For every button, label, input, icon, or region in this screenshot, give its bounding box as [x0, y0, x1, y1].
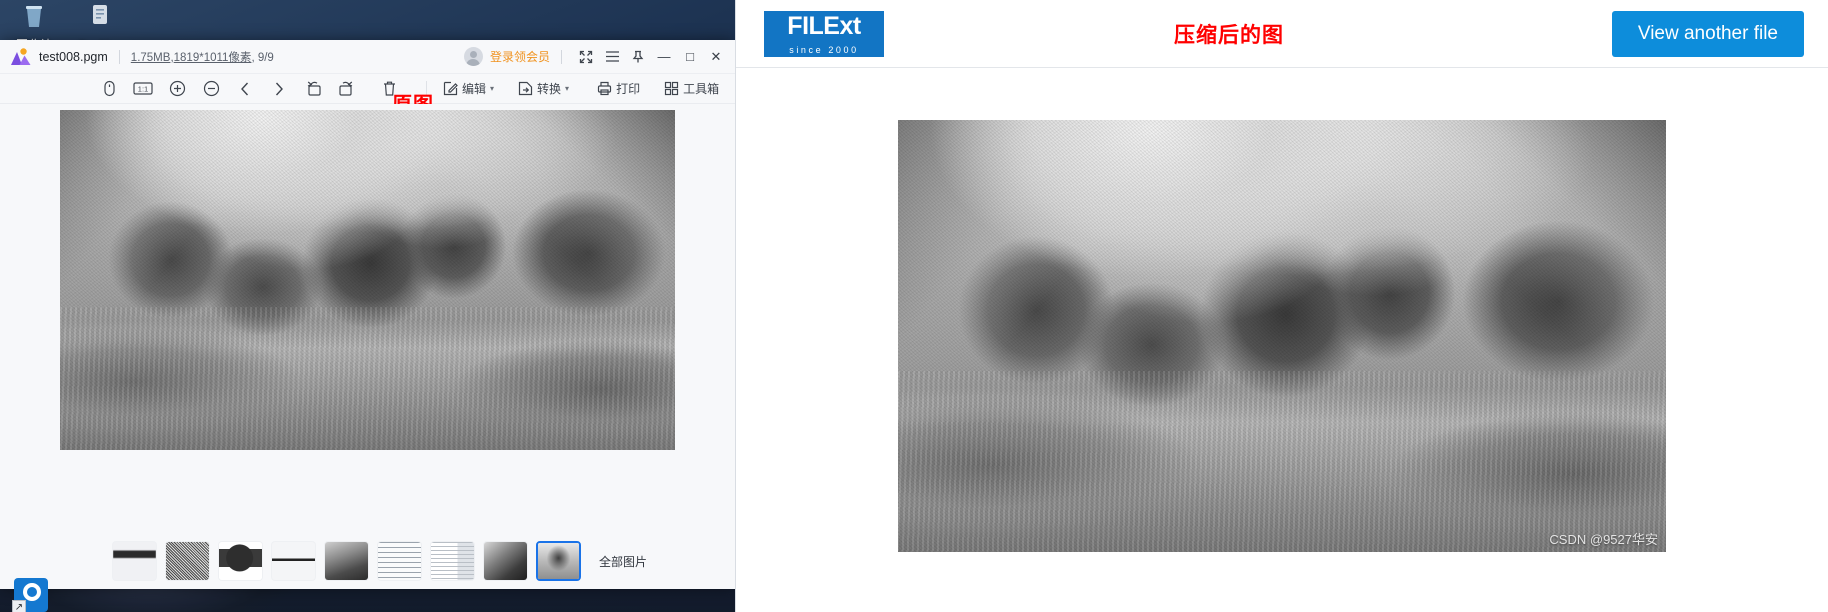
recycle-bin-icon	[16, 2, 52, 36]
minimize-button[interactable]: —	[651, 44, 677, 70]
file-name-label: test008.pgm	[39, 49, 108, 64]
thumbnail-item[interactable]	[430, 541, 475, 581]
vip-login-link[interactable]: 登录领会员	[490, 48, 550, 65]
print-button[interactable]: 打印	[590, 76, 647, 102]
thumbnail-item[interactable]	[165, 541, 210, 581]
filext-logo: FILExt since 2000	[764, 10, 884, 57]
thumbnail-item[interactable]	[324, 541, 369, 581]
toolbox-button[interactable]: 工具箱	[657, 76, 726, 102]
taskbar-app-icon[interactable]: ↗	[12, 578, 48, 612]
app-ring-icon	[23, 583, 41, 601]
zoom-in-button[interactable]	[160, 76, 194, 102]
rotate-left-button[interactable]	[296, 76, 330, 102]
thumbnail-item[interactable]	[271, 541, 316, 581]
title-bar-controls: 登录领会员 — □ ✕	[463, 44, 729, 70]
file-dimensions-label: 1819*1011像素	[173, 51, 252, 64]
thumbnail-item[interactable]	[377, 541, 422, 581]
zoom-out-button[interactable]	[194, 76, 228, 102]
close-button[interactable]: ✕	[703, 44, 729, 70]
grid-apps-icon	[664, 81, 679, 96]
viewer-toolbar: 1:1 编辑 ▾ 转换 ▾ 打印 工具箱	[0, 74, 735, 116]
printer-icon	[597, 81, 612, 96]
edit-menu-button[interactable]: 编辑 ▾	[436, 76, 501, 102]
previous-page-button[interactable]	[228, 76, 262, 102]
filext-logo-main: FILExt	[764, 10, 884, 43]
browser-content: CSDN @9527华安	[736, 68, 1828, 612]
maximize-button[interactable]: □	[677, 44, 703, 70]
filext-logo-text: FILExt	[787, 12, 861, 40]
thumbnail-item[interactable]	[218, 541, 263, 581]
svg-text:1:1: 1:1	[138, 85, 148, 94]
print-label: 打印	[616, 82, 641, 96]
mouse-mode-button[interactable]	[92, 76, 126, 102]
mountain-logo-icon	[10, 47, 32, 67]
delete-button[interactable]	[372, 76, 406, 102]
pencil-square-icon	[443, 81, 458, 96]
shortcut-arrow-icon: ↗	[12, 600, 26, 612]
controls-divider	[561, 49, 562, 64]
chevron-down-icon: ▾	[490, 84, 495, 93]
browser-panel: FILExt since 2000 压缩后的图 View another fil…	[735, 0, 1828, 612]
docnav-icon	[82, 2, 118, 36]
convert-arrow-icon	[518, 81, 533, 96]
thumbnail-item[interactable]	[483, 541, 528, 581]
viewer-image-canvas[interactable]	[0, 104, 735, 533]
meta-comma-2: ,	[251, 51, 255, 64]
thumbnail-strip[interactable]: 全部图片	[0, 533, 735, 589]
thumbnail-item[interactable]	[112, 541, 157, 581]
edit-menu-label: 编辑	[462, 82, 487, 96]
chevron-down-icon: ▾	[565, 84, 570, 93]
hamburger-menu-icon[interactable]	[599, 44, 625, 70]
convert-menu-label: 转换	[537, 82, 562, 96]
convert-menu-button[interactable]: 转换 ▾	[511, 76, 576, 102]
viewer-title-bar: test008.pgm 1.75MB,1819*1011像素, 9/9 登录领会…	[0, 40, 735, 74]
filext-logo-tagline: since 2000	[764, 42, 884, 57]
next-page-button[interactable]	[262, 76, 296, 102]
rotate-right-button[interactable]	[330, 76, 364, 102]
original-image	[60, 110, 675, 450]
avatar-icon[interactable]	[463, 47, 483, 66]
file-size-label: 1.75MB	[130, 51, 171, 64]
actual-size-button[interactable]: 1:1	[126, 76, 160, 102]
thumbnail-item-selected[interactable]	[536, 541, 581, 581]
compressed-image-annotation: 压缩后的图	[1174, 23, 1284, 47]
pin-icon[interactable]	[625, 44, 651, 70]
page-indicator-label: 9/9	[257, 51, 274, 64]
toolbox-label: 工具箱	[683, 82, 720, 96]
title-divider	[118, 49, 120, 64]
browser-header: FILExt since 2000 压缩后的图 View another fil…	[736, 0, 1828, 68]
all-images-label[interactable]: 全部图片	[599, 553, 647, 570]
fullscreen-icon[interactable]	[573, 44, 599, 70]
photo-viewer-window: test008.pgm 1.75MB,1819*1011像素, 9/9 登录领会…	[0, 40, 735, 589]
toolbar-divider	[426, 81, 427, 96]
view-another-file-button[interactable]: View another file	[1611, 10, 1804, 57]
file-meta-info: 1.75MB,1819*1011像素, 9/9	[131, 49, 274, 65]
compressed-image: CSDN @9527华安	[898, 120, 1666, 552]
